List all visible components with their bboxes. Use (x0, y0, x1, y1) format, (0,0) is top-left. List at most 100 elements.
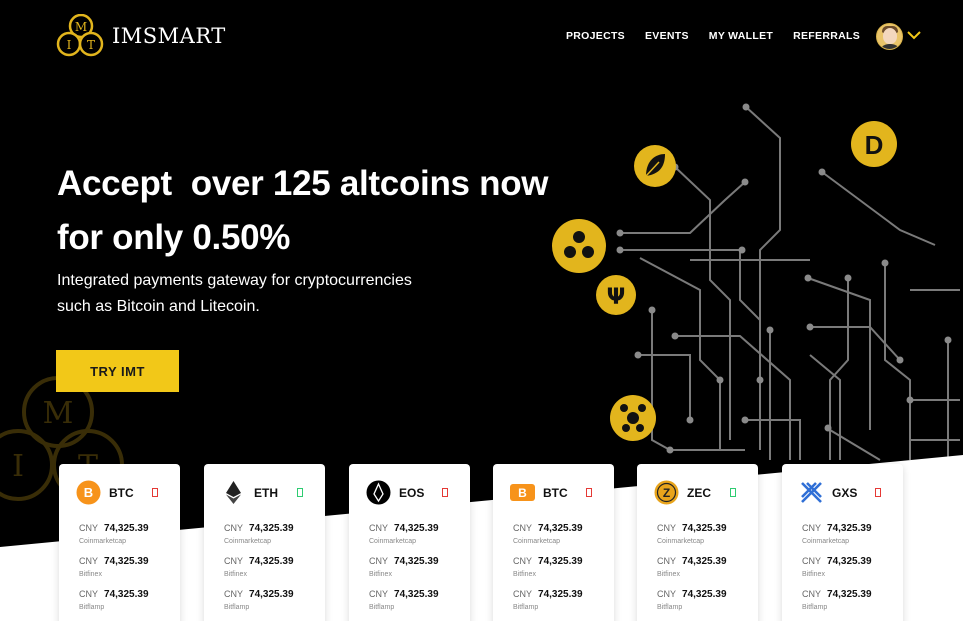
source: Bitfinex (513, 571, 536, 578)
svg-text:M: M (43, 396, 74, 431)
svg-text:Z: Z (663, 486, 670, 500)
source: Coinmarketcap (657, 538, 705, 545)
source: Bitfinex (224, 571, 247, 578)
gxshares-icon (801, 482, 822, 503)
coin-card-gxs[interactable]: GXS CNY 74,325.39 Coinmarketcap CNY 74,325.… (782, 464, 903, 621)
nav-referrals[interactable]: REFERRALS (793, 30, 860, 42)
imt-logo-icon: M I T (56, 14, 104, 57)
coin-symbol: ZEC (687, 485, 711, 500)
currency: CNY (802, 556, 822, 566)
currency: CNY (369, 556, 389, 566)
hero-title: Accept over 125 altcoins now for only 0.… (57, 157, 549, 265)
svg-text:B: B (518, 486, 527, 500)
card-header: GXS (799, 480, 857, 505)
source: Bitflamp (802, 604, 828, 611)
source: Coinmarketcap (79, 538, 127, 545)
price: 74,325.39 (682, 589, 727, 600)
nav-my-wallet[interactable]: MY WALLET (709, 30, 773, 42)
trend-down-indicator (152, 488, 158, 497)
hero-subtitle: Integrated payments gateway for cryptocu… (57, 268, 412, 320)
coin-symbol: ETH (254, 485, 278, 500)
price-row: CNY 74,325.39 Bitflamp (802, 584, 872, 611)
chevron-down-icon[interactable] (906, 29, 922, 41)
price: 74,325.39 (827, 589, 872, 600)
svg-text:D: D (865, 130, 884, 160)
price-row: CNY 74,325.39 Coinmarketcap (802, 518, 872, 545)
eos-icon (366, 480, 391, 505)
trend-down-indicator (442, 488, 448, 497)
hero-subtitle-line-2: such as Bitcoin and Litecoin. (57, 298, 260, 315)
source: Bitfinex (79, 571, 102, 578)
avatar-face (883, 28, 897, 44)
psi-coin-icon: Ψ (596, 275, 636, 315)
network-coin-icon (610, 395, 656, 441)
price-row: CNY 74,325.39 Bitfinex (224, 551, 294, 578)
trend-up-indicator (297, 488, 303, 497)
bitcoin-icon: B (76, 480, 101, 505)
currency: CNY (79, 523, 99, 533)
coin-symbol: BTC (543, 485, 568, 500)
nav-projects[interactable]: PROJECTS (566, 30, 625, 42)
brand-name: IMSMART (112, 24, 226, 48)
svg-text:Ψ: Ψ (607, 285, 626, 310)
price: 74,325.39 (538, 556, 583, 567)
trend-down-indicator (586, 488, 592, 497)
price: 74,325.39 (394, 556, 439, 567)
source: Coinmarketcap (802, 538, 850, 545)
main-nav: PROJECTS EVENTS MY WALLET REFERRALS (566, 30, 860, 42)
svg-text:I: I (12, 449, 24, 484)
coin-card-eth[interactable]: ETH CNY 74,325.39 Coinmarketcap CNY 74,325.… (204, 464, 325, 621)
avatar[interactable] (876, 23, 903, 50)
nav-events[interactable]: EVENTS (645, 30, 689, 42)
price: 74,325.39 (827, 523, 872, 534)
card-header: EOS (366, 480, 424, 505)
source: Bitflamp (224, 604, 250, 611)
brand-logo[interactable]: M I T IMSMART (56, 14, 226, 58)
price-row: CNY 74,325.39 Bitfinex (513, 551, 583, 578)
dogecoin-icon: D (851, 121, 897, 167)
card-header: B BTC (510, 480, 568, 505)
zcash-icon: Z (654, 480, 679, 505)
price-row: CNY 74,325.39 Bitfinex (79, 551, 149, 578)
price-row: CNY 74,325.39 Bitfinex (369, 551, 439, 578)
price-row: CNY 74,325.39 Bitfinex (802, 551, 872, 578)
source: Bitflamp (79, 604, 105, 611)
coin-symbol: GXS (832, 485, 858, 500)
currency: CNY (369, 523, 389, 533)
svg-text:B: B (84, 485, 93, 500)
card-header: B BTC (76, 480, 134, 505)
coin-card-bch[interactable]: B BTC CNY 74,325.39 Coinmarketcap CNY 74,32… (493, 464, 614, 621)
price-row: CNY 74,325.39 Bitflamp (224, 584, 294, 611)
currency: CNY (79, 589, 99, 599)
bitcoin-cash-icon: B (510, 484, 535, 501)
page: D Ψ M I M I T IMSMART PROJECTS EVENTS MY… (0, 0, 963, 621)
price: 74,325.39 (249, 589, 294, 600)
price: 74,325.39 (827, 556, 872, 567)
ethereum-icon (226, 481, 241, 504)
currency: CNY (657, 523, 677, 533)
currency: CNY (224, 589, 244, 599)
price: 74,325.39 (682, 556, 727, 567)
price-row: CNY 74,325.39 Coinmarketcap (369, 518, 439, 545)
price-row: CNY 74,325.39 Bitflamp (369, 584, 439, 611)
coin-card-eos[interactable]: EOS CNY 74,325.39 Coinmarketcap CNY 74,325.… (349, 464, 470, 621)
coin-card-zec[interactable]: Z ZEC CNY 74,325.39 Coinmarketcap CNY 74,32… (637, 464, 758, 621)
hero-subtitle-line-1: Integrated payments gateway for cryptocu… (57, 272, 412, 289)
price-row: CNY 74,325.39 Bitfinex (657, 551, 727, 578)
price-row: CNY 74,325.39 Coinmarketcap (224, 518, 294, 545)
currency: CNY (802, 523, 822, 533)
currency: CNY (802, 589, 822, 599)
source: Bitfinex (369, 571, 392, 578)
price-row: CNY 74,325.39 Coinmarketcap (657, 518, 727, 545)
trend-down-indicator (875, 488, 881, 497)
price: 74,325.39 (394, 523, 439, 534)
try-imt-button[interactable]: TRY IMT (56, 350, 179, 392)
price: 74,325.39 (538, 523, 583, 534)
svg-text:T: T (87, 38, 95, 52)
currency: CNY (224, 523, 244, 533)
currency: CNY (369, 589, 389, 599)
price-row: CNY 74,325.39 Bitflamp (79, 584, 149, 611)
coin-card-btc[interactable]: B BTC CNY 74,325.39 Coinmarketcap CNY 74,32… (59, 464, 180, 621)
hero-title-line-1: Accept over 125 altcoins now (57, 164, 549, 203)
currency: CNY (513, 556, 533, 566)
